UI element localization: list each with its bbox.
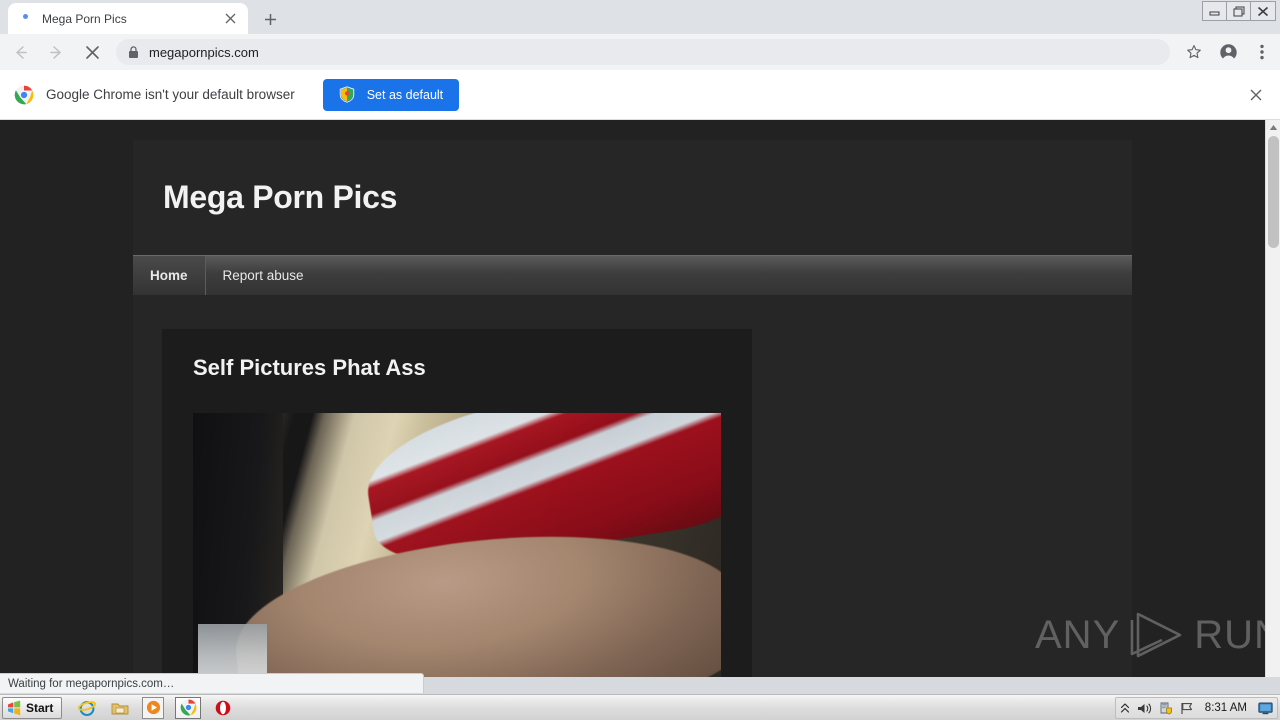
google-chrome-icon[interactable] — [175, 696, 202, 719]
system-tray: 8:31 AM — [1114, 697, 1278, 719]
close-icon[interactable] — [1251, 2, 1275, 20]
article-title: Self Pictures Phat Ass — [193, 355, 426, 380]
url-text: megapornpics.com — [149, 44, 259, 60]
browser-tab[interactable]: Mega Porn Pics — [8, 3, 248, 34]
browser-window: Mega Porn Pics megapornpics.com Google C… — [0, 0, 1280, 720]
three-dot-menu-icon[interactable] — [1246, 36, 1278, 68]
shield-icon — [339, 86, 355, 103]
restore-icon[interactable] — [1227, 2, 1251, 20]
window-controls — [1202, 1, 1276, 21]
photo-region-corner — [198, 623, 267, 677]
chrome-logo-icon — [14, 85, 34, 105]
nav-item-report-abuse[interactable]: Report abuse — [206, 256, 321, 295]
start-button-label: Start — [26, 700, 54, 715]
security-shield-icon[interactable] — [1159, 701, 1173, 715]
forward-arrow-icon[interactable] — [40, 36, 72, 68]
page-viewport: Mega Porn Pics Home Report abuse Self Pi… — [0, 120, 1280, 677]
scroll-up-arrow-icon[interactable] — [1266, 120, 1280, 135]
speaker-icon[interactable] — [1137, 702, 1152, 715]
play-triangle-icon — [1128, 610, 1186, 660]
default-browser-infobar: Google Chrome isn't your default browser… — [0, 70, 1280, 120]
start-button[interactable]: Start — [2, 696, 63, 719]
taskbar-clock[interactable]: 8:31 AM — [1205, 702, 1247, 714]
minimize-icon[interactable] — [1203, 2, 1227, 20]
flag-icon[interactable] — [1180, 702, 1194, 715]
loading-spinner-icon — [18, 11, 34, 27]
back-arrow-icon[interactable] — [4, 36, 36, 68]
page-content: Mega Porn Pics Home Report abuse Self Pi… — [0, 120, 1280, 677]
address-bar[interactable]: megapornpics.com — [116, 39, 1170, 65]
star-icon[interactable] — [1178, 36, 1210, 68]
nav-item-home[interactable]: Home — [133, 256, 206, 295]
infobar-message: Google Chrome isn't your default browser — [46, 87, 295, 102]
page-title: Mega Porn Pics — [163, 179, 398, 215]
windows-taskbar: Start 8:31 AM — [0, 694, 1280, 720]
lock-icon — [128, 45, 139, 59]
opera-icon[interactable] — [212, 697, 234, 719]
site-header: Mega Porn Pics — [133, 140, 1132, 255]
show-desktop-icon[interactable] — [1258, 702, 1273, 715]
photo-region-subject — [228, 518, 721, 677]
nav-item-report-abuse-label: Report abuse — [222, 268, 304, 283]
nav-item-home-label: Home — [150, 268, 188, 283]
page-scrollbar[interactable] — [1265, 120, 1280, 677]
chevron-up-icon[interactable] — [1120, 702, 1130, 714]
tab-strip: Mega Porn Pics — [0, 0, 1280, 34]
status-bubble: Waiting for megapornpics.com… — [0, 673, 424, 693]
browser-toolbar: megapornpics.com — [0, 34, 1280, 70]
account-avatar-icon[interactable] — [1212, 36, 1244, 68]
scrollbar-thumb[interactable] — [1268, 136, 1279, 248]
new-tab-button[interactable] — [256, 5, 284, 33]
article-photo[interactable] — [193, 413, 721, 677]
site-navbar: Home Report abuse — [133, 255, 1132, 295]
file-explorer-icon[interactable] — [109, 697, 131, 719]
tab-close-icon[interactable] — [218, 7, 242, 31]
set-as-default-label: Set as default — [366, 87, 444, 102]
tab-title: Mega Porn Pics — [42, 11, 127, 26]
windows-logo-icon — [6, 700, 22, 716]
stop-x-icon[interactable] — [76, 36, 108, 68]
infobar-close-icon[interactable] — [1246, 85, 1266, 105]
site-container: Mega Porn Pics Home Report abuse Self Pi… — [133, 140, 1132, 677]
internet-explorer-icon[interactable] — [76, 697, 98, 719]
media-player-icon[interactable] — [142, 696, 165, 719]
set-as-default-button[interactable]: Set as default — [322, 78, 460, 111]
article-card: Self Pictures Phat Ass — [162, 329, 752, 677]
quick-launch-bar — [76, 696, 234, 719]
